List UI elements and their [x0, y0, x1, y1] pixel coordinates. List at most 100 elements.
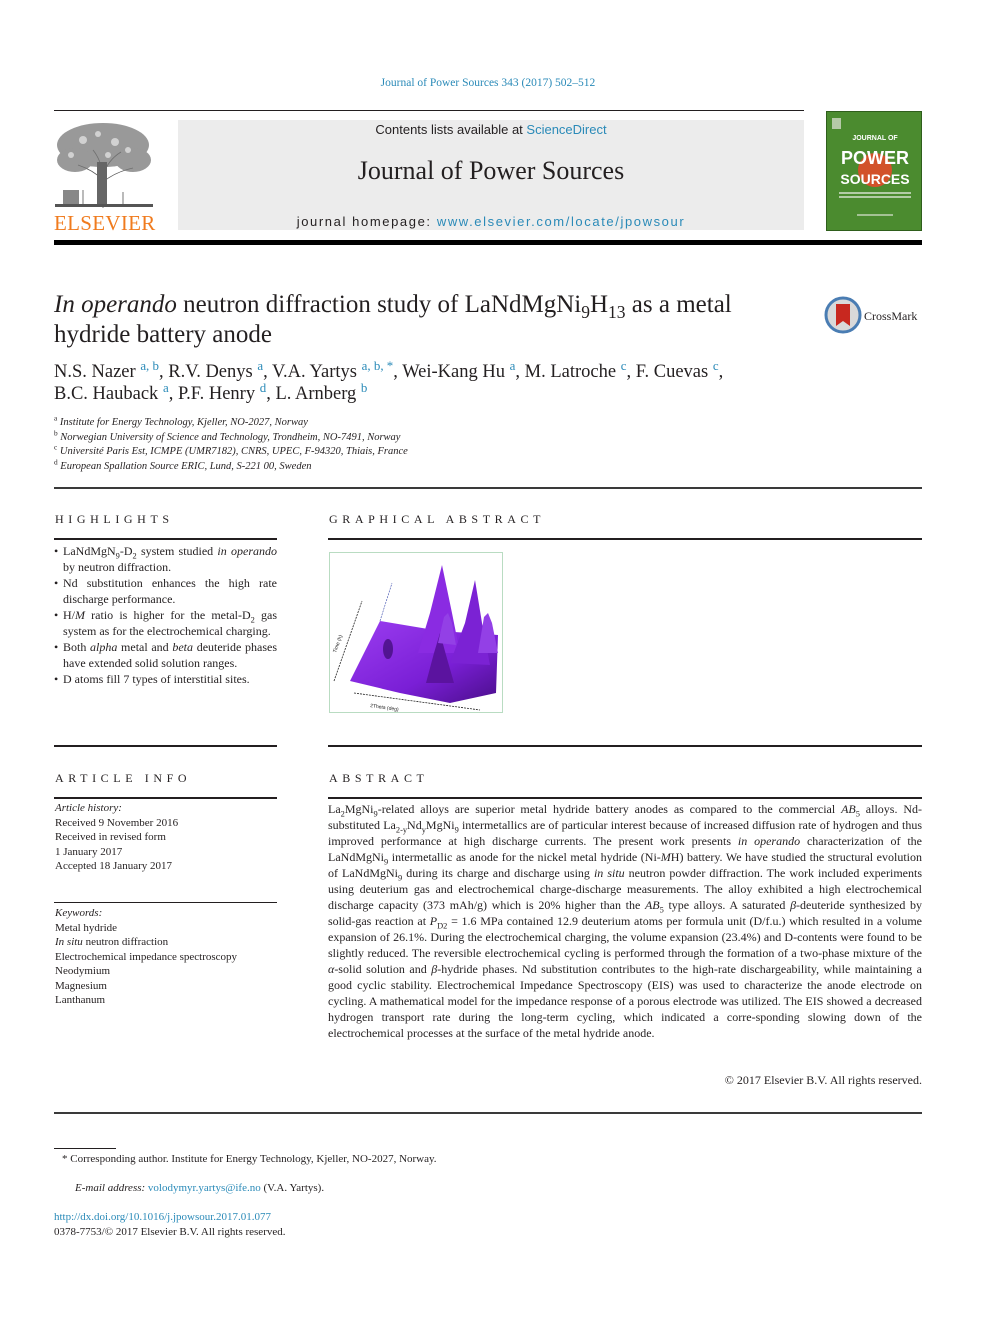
affiliation: d European Spallation Source ERIC, Lund,… — [54, 457, 754, 475]
keyword-text: Magnesium — [55, 979, 107, 992]
abstract-copyright: © 2017 Elsevier B.V. All rights reserved… — [724, 1073, 922, 1087]
italic-text: in operando — [737, 834, 801, 848]
homepage-prefix: journal homepage: — [296, 214, 437, 229]
contents-availability: Contents lists available at ScienceDirec… — [178, 122, 804, 137]
affiliation-text: Université Paris Est, ICMPE (UMR7182), C… — [59, 446, 408, 458]
author-name[interactable]: L. Arnberg — [275, 384, 356, 404]
history-label: Article history: — [55, 802, 122, 814]
author-affiliation-marker[interactable]: b — [361, 380, 367, 395]
title-part: neutron diffraction study of LaNdMgNi — [176, 291, 582, 318]
graphical-abstract-rule — [328, 538, 922, 540]
history-entry: Received 9 November 2016 — [55, 816, 179, 829]
front-matter-bottom-divider — [54, 1112, 922, 1114]
highlight-item: D atoms fill 7 types of interstitial sit… — [54, 671, 277, 687]
email-link[interactable]: volodymyr.yartys@ife.no — [148, 1182, 261, 1194]
author-affiliation-marker[interactable]: d — [260, 380, 266, 395]
elsevier-wordmark[interactable]: ELSEVIER — [54, 211, 156, 236]
highlights-bottom-rule — [54, 745, 277, 747]
keyword[interactable]: Metal hydride — [55, 921, 277, 936]
author-name[interactable]: N.S. Nazer — [54, 362, 136, 382]
keyword[interactable]: Magnesium — [55, 979, 277, 994]
keyword-list: Metal hydride In situ neutron diffraction… — [55, 921, 277, 1008]
highlights-list: LaNdMgN9-D2 system studied in operando b… — [54, 543, 277, 687]
text: -solid solution and — [334, 962, 432, 976]
italic-text: in situ — [593, 866, 625, 880]
author-name[interactable]: V.A. Yartys — [272, 362, 357, 382]
highlight-item: Both alpha metal and beta deuteride phas… — [54, 639, 277, 671]
italic-text: alpha — [90, 640, 118, 654]
footnote-rule — [54, 1148, 116, 1149]
text: by neutron diffraction. — [63, 560, 172, 574]
keyword-text: Neodymium — [55, 965, 110, 977]
journal-homepage: journal homepage: www.elsevier.com/locat… — [178, 214, 804, 229]
author-name[interactable]: F. Cuevas — [636, 362, 709, 382]
author-name[interactable]: P.F. Henry — [178, 384, 255, 404]
email-suffix: (V.A. Yartys). — [260, 1182, 325, 1194]
title-subscript: 9 — [581, 302, 590, 322]
article-history: Article history: Received 9 November 201… — [55, 801, 277, 874]
highlight-item: LaNdMgN9-D2 system studied in operando b… — [54, 543, 277, 575]
author-affiliation-marker[interactable]: a — [510, 358, 516, 373]
article-title: In operando neutron diffraction study of… — [54, 290, 794, 350]
author-affiliation-marker[interactable]: a, b, * — [362, 358, 394, 373]
text: MgNi — [425, 818, 455, 832]
graphical-abstract-bottom-rule — [328, 745, 922, 747]
affiliation-key: a — [54, 413, 58, 423]
author-affiliation-marker[interactable]: a — [163, 380, 169, 395]
affiliation-list: a Institute for Energy Technology, Kjell… — [54, 413, 754, 475]
keyword[interactable]: Electrochemical impedance spectroscopy — [55, 950, 277, 965]
affiliation: a Institute for Energy Technology, Kjell… — [54, 413, 754, 431]
journal-citation-link[interactable]: Journal of Power Sources 343 (2017) 502–… — [0, 77, 976, 89]
author-affiliation-marker[interactable]: c — [713, 358, 719, 373]
x-axis-label: 2Theta (deg) — [370, 703, 400, 712]
sciencedirect-link[interactable]: ScienceDirect — [526, 122, 606, 137]
keyword[interactable]: In situ neutron diffraction — [55, 935, 277, 950]
top-divider — [54, 110, 804, 111]
author-name[interactable]: Wei-Kang Hu — [402, 362, 505, 382]
keyword-text: Lanthanum — [55, 994, 106, 1006]
graphical-abstract-image[interactable]: 2Theta (deg) Time (h) — [329, 552, 503, 713]
homepage-link[interactable]: www.elsevier.com/locate/jpowsour — [437, 214, 685, 229]
text: ratio is higher for the metal-D — [85, 608, 251, 622]
text: metal and — [117, 640, 173, 654]
corresponding-author-note: * Corresponding author. Institute for En… — [62, 1153, 437, 1165]
author-affiliation-marker[interactable]: a — [257, 358, 263, 373]
text: -related alloys are superior metal hydri… — [377, 802, 842, 816]
history-entry: Accepted 18 January 2017 — [55, 860, 172, 872]
affiliation-key: d — [54, 457, 58, 467]
italic-text: beta — [172, 640, 194, 654]
keyword[interactable]: Neodymium — [55, 964, 277, 979]
journal-title: Journal of Power Sources — [357, 156, 625, 185]
text: -D — [119, 544, 133, 558]
author-name[interactable]: B.C. Hauback — [54, 384, 158, 404]
abstract-body: La2MgNi9-related alloys are superior met… — [328, 801, 922, 1041]
title-subscript: 13 — [608, 302, 626, 322]
cover-title-line1: JOURNAL OF — [852, 135, 898, 142]
graphical-abstract-heading: GRAPHICAL ABSTRACT — [329, 512, 546, 526]
text: LaNdMgN — [63, 544, 116, 558]
author-name[interactable]: R.V. Denys — [168, 362, 252, 382]
author-affiliation-marker[interactable]: a, b — [140, 358, 159, 373]
abstract-heading: ABSTRACT — [329, 771, 429, 785]
affiliation-key: c — [54, 442, 58, 452]
keywords-rule — [54, 902, 277, 903]
email-label: E-mail address: — [75, 1182, 148, 1194]
abstract-rule — [328, 797, 922, 799]
keywords-label: Keywords: — [55, 907, 103, 919]
contents-prefix: Contents lists available at — [375, 122, 527, 137]
italic-text: AB — [644, 898, 660, 912]
history-entry: Received in revised form — [55, 831, 166, 843]
y-axis-label: Time (h) — [332, 634, 344, 654]
author-affiliation-marker[interactable]: c — [621, 358, 627, 373]
crossmark-button[interactable]: CrossMark — [824, 296, 924, 336]
author-name[interactable]: M. Latroche — [525, 362, 616, 382]
italic-text: in operando — [217, 544, 277, 558]
cover-title-line2: POWER — [841, 148, 909, 168]
highlight-item: H/M ratio is higher for the metal-D2 gas… — [54, 607, 277, 639]
keyword-text: Metal hydride — [55, 921, 118, 934]
keyword[interactable]: Lanthanum — [55, 993, 277, 1008]
doi-link[interactable]: http://dx.doi.org/10.1016/j.jpowsour.201… — [54, 1211, 271, 1223]
keyword-text: Electrochemical impedance spectroscopy — [55, 950, 238, 963]
journal-cover-image[interactable]: JOURNAL OF POWER SOURCES — [826, 111, 922, 231]
journal-masthead: Contents lists available at ScienceDirec… — [178, 120, 804, 230]
